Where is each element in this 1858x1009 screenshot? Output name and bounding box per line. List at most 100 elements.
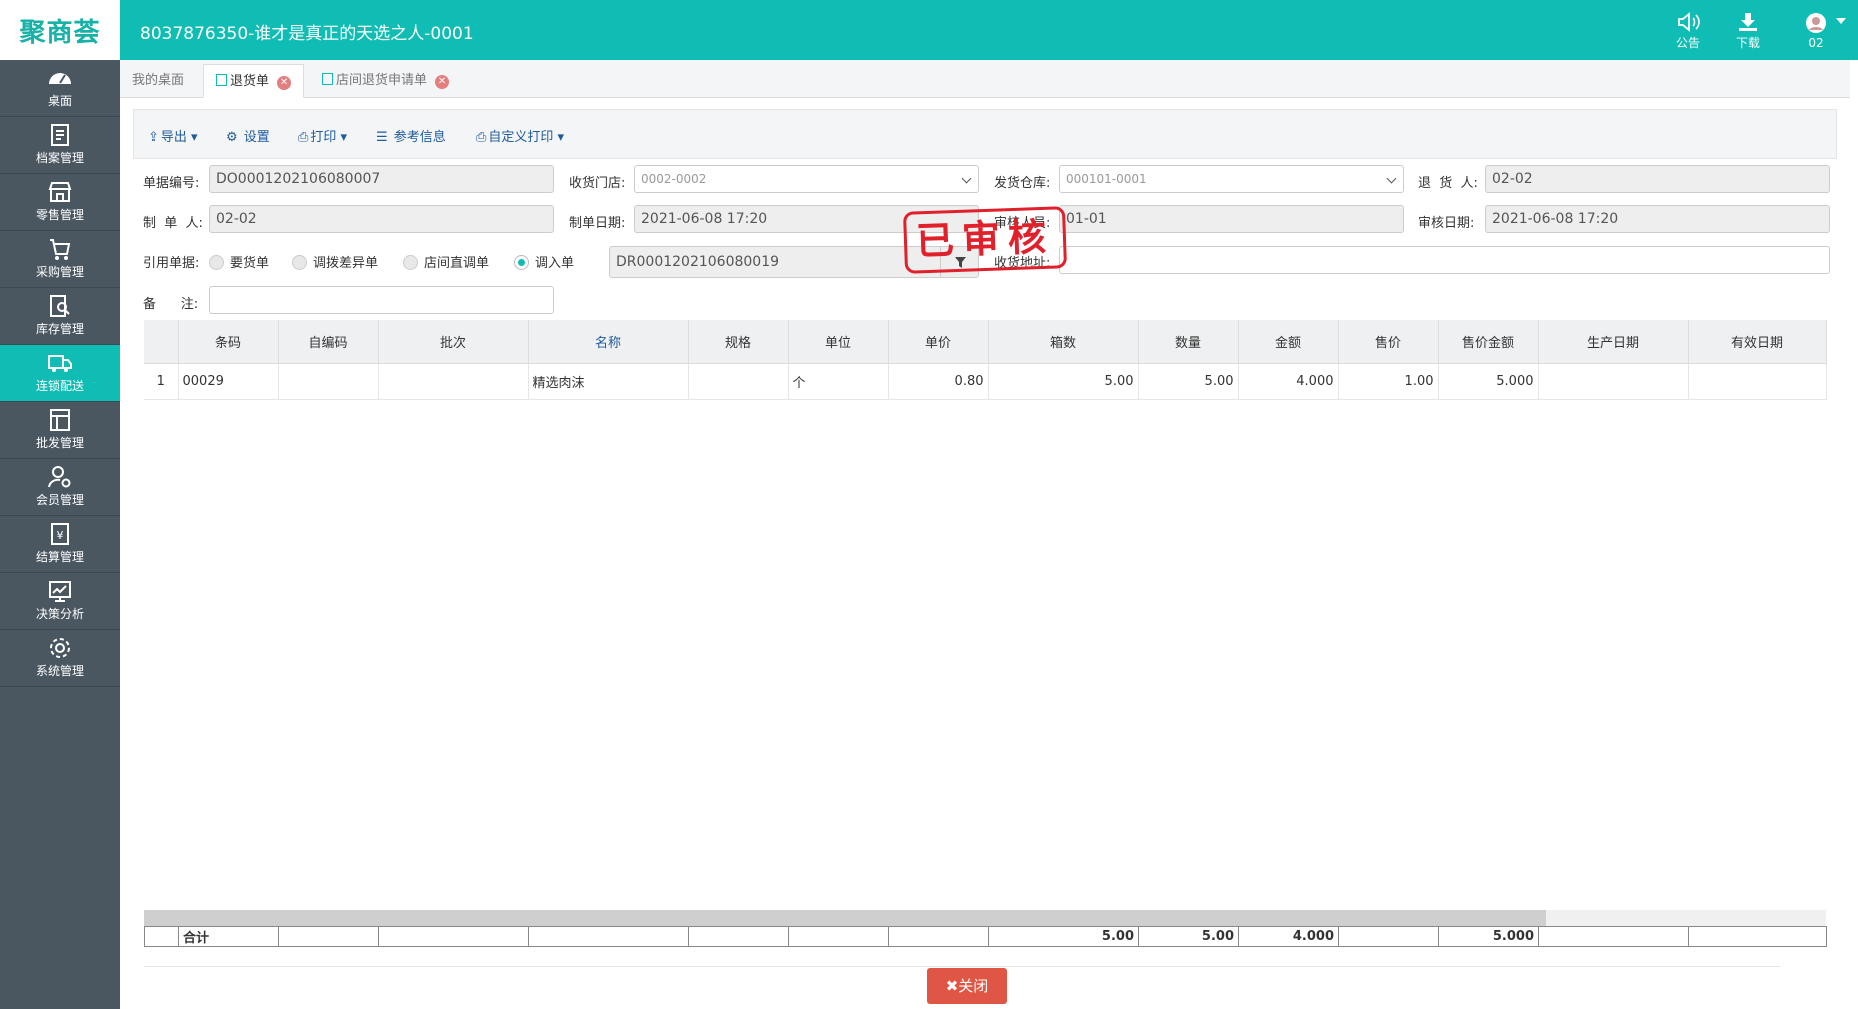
returner-field[interactable]: 02-02 <box>1485 165 1830 193</box>
col-custom-code[interactable]: 自编码 <box>278 320 379 364</box>
cell-unit-price[interactable]: 0.80 <box>888 363 989 400</box>
remark-field[interactable] <box>209 286 554 314</box>
total-sale-amount: 5.000 <box>1438 926 1539 947</box>
total-boxes: 5.00 <box>988 926 1139 947</box>
total-label: 合计 <box>178 926 279 947</box>
sidebar-item-inventory[interactable]: 库存管理 <box>0 288 120 345</box>
address-field[interactable] <box>1059 246 1830 274</box>
cell-prod-date[interactable] <box>1538 363 1689 400</box>
sidebar-item-archive[interactable]: 档案管理 <box>0 117 120 174</box>
table-row[interactable]: 1 00029 精选肉沫 个 0.80 5.00 5.00 4.000 1.00… <box>144 363 1827 400</box>
export-icon: ⇪ <box>148 130 159 145</box>
sidebar-item-desktop[interactable]: 桌面 <box>0 60 120 117</box>
cell-boxes[interactable]: 5.00 <box>988 363 1139 400</box>
sidebar-item-analysis[interactable]: 决策分析 <box>0 573 120 630</box>
member-icon <box>48 466 71 488</box>
sidebar-item-purchase[interactable]: 采购管理 <box>0 231 120 288</box>
maker-label: 制 单 人: <box>143 216 203 231</box>
tab-store-return-request[interactable]: 店间退货申请单 ✕ <box>310 64 461 98</box>
chevron-down-icon[interactable] <box>1836 18 1846 24</box>
cell-name[interactable]: 精选肉沫 <box>528 363 689 400</box>
svg-text:¥: ¥ <box>57 529 64 542</box>
audit-date-field[interactable]: 2021-06-08 17:20 <box>1485 205 1830 233</box>
col-barcode[interactable]: 条码 <box>178 320 279 364</box>
radio-store-direct-transfer[interactable]: 店间直调单 <box>403 252 489 271</box>
audit-date-label: 审核日期: <box>1418 216 1475 231</box>
cell-custom-code[interactable] <box>278 363 379 400</box>
radio-transfer-in[interactable]: 调入单 <box>514 252 574 271</box>
cell-qty[interactable]: 5.00 <box>1138 363 1239 400</box>
sidebar-item-settlement[interactable]: ¥ 结算管理 <box>0 516 120 573</box>
tab-return-order[interactable]: 退货单 ✕ <box>203 64 305 98</box>
auditor-field[interactable]: 01-01 <box>1059 205 1404 233</box>
col-sale-price[interactable]: 售价 <box>1338 320 1439 364</box>
settings-button[interactable]: ⚙ 设置 <box>226 126 270 145</box>
truck-icon <box>48 355 72 372</box>
cell-spec[interactable] <box>688 363 789 400</box>
chart-icon <box>49 581 71 602</box>
radio-request-order[interactable]: 要货单 <box>209 252 269 271</box>
close-tab-icon[interactable]: ✕ <box>435 75 450 89</box>
sidebar-item-member[interactable]: 会员管理 <box>0 459 120 516</box>
recv-store-label: 收货门店: <box>569 176 626 191</box>
col-name[interactable]: 名称 <box>528 320 689 364</box>
col-qty[interactable]: 数量 <box>1138 320 1239 364</box>
cell-unit[interactable]: 个 <box>788 363 889 400</box>
archive-icon <box>51 124 69 146</box>
maker-field[interactable]: 02-02 <box>209 205 554 233</box>
top-header: 聚商荟 8037876350-谁才是真正的天选之人-0001 公告 下载 02 <box>0 0 1858 60</box>
cell-sale-amount[interactable]: 5.000 <box>1438 363 1539 400</box>
notice-button[interactable]: 公告 <box>1666 10 1710 54</box>
document-icon <box>216 74 227 86</box>
tab-my-desktop[interactable]: 我的桌面 <box>120 64 196 98</box>
horizontal-scrollbar[interactable] <box>144 910 1826 926</box>
download-button[interactable]: 下载 <box>1726 10 1770 54</box>
cell-amount[interactable]: 4.000 <box>1238 363 1339 400</box>
sidebar-item-retail[interactable]: 零售管理 <box>0 174 120 231</box>
print-button[interactable]: ⎙ 打印 ▾ <box>298 126 347 145</box>
col-unit-price[interactable]: 单价 <box>888 320 989 364</box>
app-logo[interactable]: 聚商荟 <box>0 0 120 60</box>
col-amount[interactable]: 金额 <box>1238 320 1339 364</box>
cell-batch[interactable] <box>378 363 529 400</box>
cell-exp-date[interactable] <box>1688 363 1827 400</box>
remark-label: 备 注: <box>143 297 199 312</box>
doc-no-label: 单据编号: <box>143 176 200 191</box>
doc-no-field[interactable]: DO0001202106080007 <box>209 165 554 193</box>
col-sale-amount[interactable]: 售价金额 <box>1438 320 1539 364</box>
reference-info-button[interactable]: ☰ 参考信息 <box>376 126 446 145</box>
app-title: 8037876350-谁才是真正的天选之人-0001 <box>140 24 474 44</box>
grid-footer: 合计 5.00 5.00 4.000 5.000 <box>144 926 1827 947</box>
recv-store-select[interactable]: 0002-0002 <box>634 165 979 193</box>
ref-doc-label: 引用单据: <box>143 256 200 271</box>
download-icon <box>1739 13 1757 31</box>
cell-barcode[interactable]: 00029 <box>178 363 279 400</box>
sidebar-item-wholesale[interactable]: 批发管理 <box>0 402 120 459</box>
col-exp-date[interactable]: 有效日期 <box>1688 320 1827 364</box>
cell-rownum: 1 <box>144 363 179 400</box>
export-button[interactable]: ⇪ 导出 ▾ <box>148 126 198 145</box>
document-icon <box>322 73 333 85</box>
cell-sale-price[interactable]: 1.00 <box>1338 363 1439 400</box>
col-spec[interactable]: 规格 <box>688 320 789 364</box>
sidebar-item-distribution[interactable]: 连锁配送 <box>0 345 120 402</box>
col-prod-date[interactable]: 生产日期 <box>1538 320 1689 364</box>
sidebar-item-system[interactable]: 系统管理 <box>0 630 120 687</box>
col-unit[interactable]: 单位 <box>788 320 889 364</box>
dashboard-icon <box>49 73 71 84</box>
total-qty: 5.00 <box>1138 926 1239 947</box>
total-row: 合计 5.00 5.00 4.000 5.000 <box>144 926 1827 947</box>
col-rownum <box>144 320 179 364</box>
radio-transfer-diff[interactable]: 调拨差异单 <box>292 252 378 271</box>
close-tab-icon[interactable]: ✕ <box>277 76 292 90</box>
col-batch[interactable]: 批次 <box>378 320 529 364</box>
col-boxes[interactable]: 箱数 <box>988 320 1139 364</box>
user-menu[interactable]: 02 <box>1794 10 1838 54</box>
settlement-icon: ¥ <box>51 523 69 545</box>
send-warehouse-label: 发货仓库: <box>994 176 1051 191</box>
send-warehouse-select[interactable]: 000101-0001 <box>1059 165 1404 193</box>
close-button[interactable]: ✖关闭 <box>927 968 1007 1004</box>
custom-print-button[interactable]: ⎙ 自定义打印 ▾ <box>476 126 564 145</box>
divider <box>144 966 1780 967</box>
scrollbar-thumb[interactable] <box>144 910 1546 926</box>
